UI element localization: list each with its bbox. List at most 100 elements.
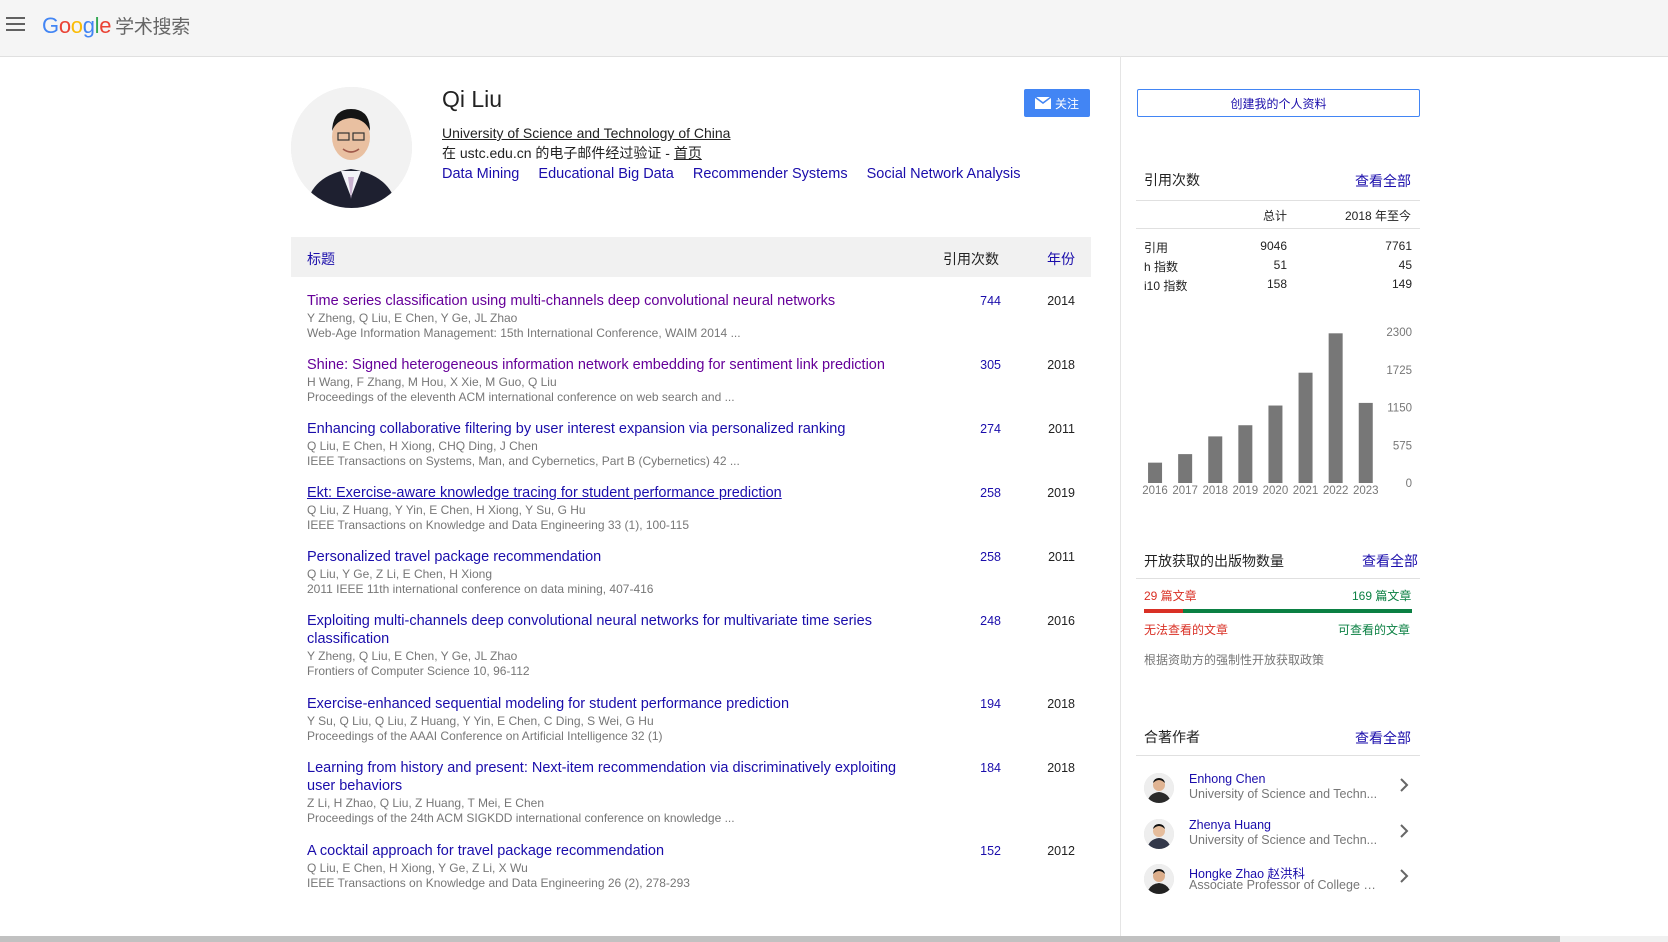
sort-by-title[interactable]: 标题 [307, 249, 335, 269]
publication-year: 2011 [1048, 550, 1075, 564]
mandate-note: 根据资助方的强制性开放获取政策 [1144, 653, 1325, 667]
publication-title-link[interactable]: Learning from history and present: Next-… [307, 759, 927, 795]
publication-title-link[interactable]: Enhancing collaborative filtering by use… [307, 420, 927, 438]
x-tick-label: 2021 [1293, 485, 1319, 497]
publication-title-link[interactable]: Exercise-enhanced sequential modeling fo… [307, 695, 927, 713]
scrollbar-thumb[interactable] [0, 936, 1560, 942]
coauthors-title: 合著作者 [1144, 729, 1200, 745]
interest-link[interactable]: Recommender Systems [693, 166, 848, 182]
citations-per-year-chart: 0 575 1150 1725 2300 2016 2017 2018 2019 2020 2021… [1142, 327, 1412, 497]
cited-by-count[interactable]: 258 [959, 486, 1001, 500]
coauthor-affiliation: University of Science and Techn... [1189, 833, 1378, 847]
publication-authors: Q Liu, E Chen, H Xiong, CHQ Ding, J Chen [307, 439, 538, 453]
y-tick-label: 2300 [1386, 327, 1412, 339]
publication-authors: Y Zheng, Q Liu, E Chen, Y Ge, JL Zhao [307, 311, 518, 325]
homepage-link[interactable]: 首页 [674, 145, 702, 161]
open-access-title: 开放获取的出版物数量 [1144, 553, 1284, 569]
citation-bar[interactable] [1298, 372, 1313, 483]
publication-venue: 2011 IEEE 11th international conference … [307, 582, 654, 596]
coauthor-item[interactable]: Enhong Chen University of Science and Te… [1136, 769, 1420, 813]
logo-letter: o [58, 13, 71, 38]
citation-bar[interactable] [1268, 405, 1283, 483]
citations-row: 引用 9046 7761 [1144, 239, 1412, 258]
open-access-view-all[interactable]: 查看全部 [1362, 551, 1418, 571]
publication-year: 2018 [1047, 358, 1075, 372]
cited-by-count[interactable]: 258 [959, 550, 1001, 564]
citation-bar[interactable] [1238, 425, 1253, 483]
interest-link[interactable]: Social Network Analysis [867, 166, 1021, 182]
coauthor-item[interactable]: Hongke Zhao 赵洪科 Associate Professor of C… [1136, 860, 1420, 904]
publication-title-link[interactable]: Exploiting multi-channels deep convoluti… [307, 612, 927, 648]
citation-bar[interactable] [1148, 462, 1163, 483]
publication-year: 2014 [1047, 294, 1075, 308]
cited-by-count[interactable]: 152 [959, 844, 1001, 858]
metric-label: i10 指数 [1144, 279, 1188, 293]
google-scholar-logo[interactable]: Google 学术搜索 [42, 12, 190, 39]
chevron-right-icon [1400, 869, 1409, 883]
cited-by-count[interactable]: 305 [959, 358, 1001, 372]
publication-venue: Proceedings of the AAAI Conference on Ar… [307, 729, 663, 743]
publication-venue: IEEE Transactions on Systems, Man, and C… [307, 454, 740, 468]
metric-since: 149 [1391, 277, 1412, 291]
chevron-right-icon [1400, 824, 1409, 838]
interest-link[interactable]: Educational Big Data [538, 166, 673, 182]
metric-total: 51 [1273, 258, 1287, 272]
cited-by-count[interactable]: 184 [959, 761, 1001, 775]
citation-bar[interactable] [1178, 454, 1193, 483]
available-label: 可查看的文章 [1338, 623, 1411, 637]
menu-icon[interactable] [6, 17, 25, 33]
publication-title-link[interactable]: Personalized travel package recommendati… [307, 548, 927, 566]
horizontal-scrollbar[interactable] [0, 936, 1668, 942]
logo-letter: g [82, 13, 95, 38]
cited-by-header[interactable]: 引用次数 [943, 249, 999, 269]
cited-by-count[interactable]: 744 [959, 294, 1001, 308]
publication-year: 2012 [1047, 844, 1075, 858]
publication-year: 2011 [1048, 422, 1075, 436]
available-count[interactable]: 169 篇文章 [1352, 587, 1411, 604]
citation-bar[interactable] [1208, 436, 1223, 483]
cited-by-count[interactable]: 248 [959, 614, 1001, 628]
follow-button[interactable]: 关注 [1024, 89, 1090, 117]
coauthor-item[interactable]: Zhenya Huang University of Science and T… [1136, 815, 1420, 859]
cited-by-count[interactable]: 274 [959, 422, 1001, 436]
logo-letter: o [70, 13, 83, 38]
follow-label: 关注 [1054, 96, 1079, 111]
publication-title-link[interactable]: Ekt: Exercise-aware knowledge tracing fo… [307, 484, 927, 502]
citations-view-all[interactable]: 查看全部 [1355, 171, 1411, 191]
interest-link[interactable]: Data Mining [442, 166, 519, 182]
publication-title-link[interactable]: Time series classification using multi-c… [307, 292, 927, 310]
citation-bar[interactable] [1328, 333, 1343, 483]
top-bar: Google 学术搜索 [0, 0, 1668, 57]
publication-title-link[interactable]: Shine: Signed heterogeneous information … [307, 356, 927, 374]
sort-by-year[interactable]: 年份 [1047, 249, 1075, 269]
affiliation-link[interactable]: University of Science and Technology of … [442, 125, 730, 141]
divider [1136, 228, 1420, 229]
publication-year: 2019 [1047, 486, 1075, 500]
x-tick-label: 2016 [1142, 485, 1168, 497]
coauthor-avatar [1144, 864, 1174, 894]
create-profile-button[interactable]: 创建我的个人资料 [1137, 89, 1420, 117]
publication-title-link[interactable]: A cocktail approach for travel package r… [307, 842, 927, 860]
verified-email: 在 ustc.edu.cn 的电子邮件经过验证 - 首页 [442, 143, 702, 163]
x-tick-label: 2020 [1263, 485, 1289, 497]
citations-title: 引用次数 [1144, 172, 1200, 188]
coauthors-view-all[interactable]: 查看全部 [1355, 728, 1411, 748]
y-tick-label: 1150 [1387, 403, 1412, 415]
publication-venue: Frontiers of Computer Science 10, 96-112 [307, 664, 530, 678]
cited-by-count[interactable]: 194 [959, 697, 1001, 711]
unavailable-count[interactable]: 29 篇文章 [1144, 587, 1197, 604]
h-index-row: h 指数 51 45 [1144, 258, 1412, 277]
scholar-label: 学术搜索 [115, 17, 190, 38]
publication-authors: Q Liu, Z Huang, Y Yin, E Chen, H Xiong, … [307, 503, 586, 517]
publication-venue: Proceedings of the eleventh ACM internat… [307, 390, 735, 404]
x-tick-label: 2017 [1172, 485, 1198, 497]
profile-name: Qi Liu [442, 86, 503, 112]
coauthor-avatar [1144, 819, 1174, 849]
metric-since: 7761 [1385, 239, 1412, 253]
coauthor-name: Enhong Chen [1189, 772, 1266, 786]
y-tick-label: 0 [1406, 478, 1412, 490]
publications-table-header: 标题 引用次数 年份 [291, 237, 1091, 277]
publication-authors: H Wang, F Zhang, M Hou, X Xie, M Guo, Q … [307, 375, 557, 389]
verified-email-text: 在 ustc.edu.cn 的电子邮件经过验证 - [442, 145, 674, 161]
citation-bar[interactable] [1358, 402, 1373, 483]
